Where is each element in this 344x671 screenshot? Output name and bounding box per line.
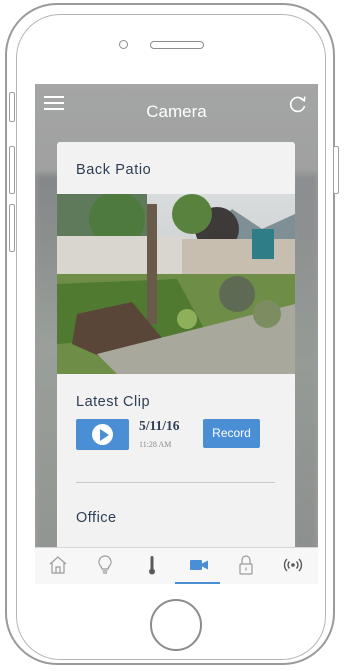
- refresh-icon[interactable]: [288, 94, 308, 114]
- volume-down-button: [9, 204, 15, 252]
- tab-sensors[interactable]: [270, 548, 317, 584]
- mute-switch: [9, 92, 15, 122]
- volume-up-button: [9, 146, 15, 194]
- bottom-tab-bar: [35, 547, 318, 584]
- video-camera-icon: [190, 560, 208, 570]
- tab-lights[interactable]: [82, 548, 129, 584]
- tab-climate[interactable]: [129, 548, 176, 584]
- power-button: [333, 146, 339, 194]
- app-screen: Camera Back Patio Latest Clip 5/11/16 11…: [35, 84, 318, 584]
- camera-snapshot[interactable]: [57, 191, 295, 374]
- play-triangle: [100, 429, 109, 441]
- tab-locks[interactable]: [223, 548, 270, 584]
- lock-icon: [239, 555, 253, 575]
- play-clip-button[interactable]: [76, 419, 129, 450]
- clip-time: 11:28 AM: [139, 440, 172, 449]
- clip-date: 5/11/16: [139, 418, 180, 433]
- home-icon: [49, 556, 67, 574]
- wireless-signal-icon: [283, 558, 303, 572]
- home-button[interactable]: [150, 599, 202, 651]
- page-title: Camera: [146, 102, 207, 121]
- thermometer-icon: [149, 556, 155, 575]
- record-button[interactable]: Record: [203, 419, 260, 448]
- tab-home[interactable]: [35, 548, 82, 584]
- latest-clip-heading: Latest Clip: [76, 394, 151, 410]
- active-tab-indicator: [175, 582, 220, 584]
- camera-name: Back Patio: [76, 162, 152, 178]
- earpiece-speaker: [150, 41, 204, 49]
- front-camera: [119, 40, 128, 49]
- tab-cameras[interactable]: [176, 548, 223, 584]
- camera-card: Back Patio Latest Clip 5/11/16 11:28 AM …: [57, 142, 295, 552]
- top-navigation-bar: Camera: [35, 84, 318, 134]
- divider: [76, 482, 275, 483]
- lightbulb-icon: [98, 555, 112, 574]
- camera-name-office[interactable]: Office: [76, 510, 117, 526]
